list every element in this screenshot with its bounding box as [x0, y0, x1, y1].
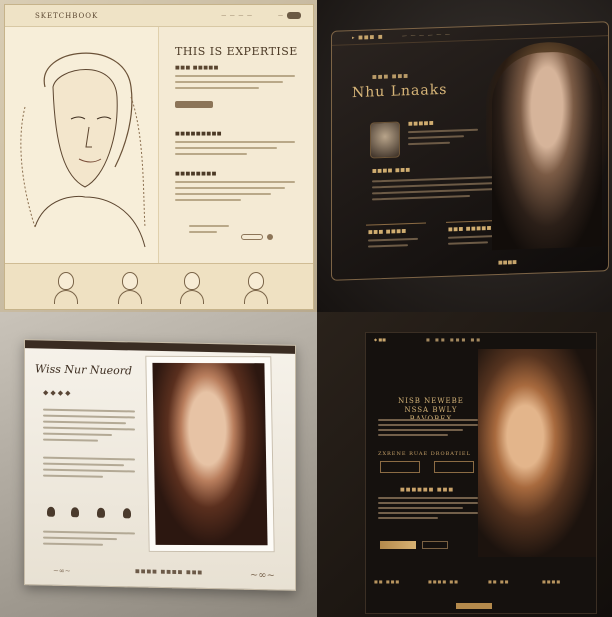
dark-footer-button[interactable]	[456, 603, 492, 609]
light-page: Wiss Nur Nueord ◆◆◆◆ ■■■■ ■■■■ ■■■ ~∞~ ~…	[24, 339, 296, 591]
portrait-photo	[145, 355, 275, 553]
dark-secondary-button[interactable]	[422, 541, 448, 549]
tablet-footer[interactable]: ■■■■	[498, 259, 517, 266]
tablet-header: ▸ ■■■ ■ — — — — — —	[332, 22, 608, 46]
dark-page: ◆ ■■ ■ ■■ ■■■ ■■ NISB NEWEBE NSSA BWLY B…	[365, 332, 597, 614]
dark-section-heading: ZXRENE RUAE DROBATIEL	[378, 451, 471, 457]
sketch-meta-text	[189, 225, 229, 237]
panel-title: ■■■ ■■■■■	[448, 225, 492, 233]
portrait-sketch-icon	[20, 52, 146, 248]
person-icon[interactable]	[97, 507, 105, 518]
dark-option-box[interactable]	[434, 461, 474, 473]
tablet-profile-text	[408, 128, 478, 149]
tablet-section-heading: ■■■■ ■■■	[372, 167, 411, 175]
tablet-profile-title: ■■■■■	[408, 120, 435, 128]
sketch-cta-button[interactable]	[175, 101, 213, 108]
sketch-brand[interactable]: SKETCHBOOK	[35, 12, 98, 20]
dark-nav[interactable]: ■ ■■ ■■■ ■■	[426, 337, 482, 342]
tablet-nav[interactable]: — — — — — —	[402, 32, 451, 40]
light-body-text-3	[43, 530, 135, 551]
sketch-subtitle: ■■■ ■■■■■	[175, 65, 219, 71]
sketch-thumbnail-strip	[5, 263, 313, 309]
tablet-screen: ▸ ■■■ ■ — — — — — — ■■■ ■■■ Nhu Lnaaks ■…	[331, 21, 609, 281]
mockup-dark-site: ◆ ■■ ■ ■■ ■■■ ■■ NISB NEWEBE NSSA BWLY B…	[317, 312, 612, 617]
diamond-rating-icon: ◆◆◆◆	[43, 388, 73, 398]
portrait-image	[152, 362, 268, 546]
hero-portrait	[478, 349, 596, 557]
dark-cta-button[interactable]	[380, 541, 416, 549]
person-icon[interactable]	[47, 506, 55, 517]
footer-col[interactable]: ■■■■	[542, 579, 561, 584]
sketch-title: THIS IS EXPERTISE	[175, 45, 298, 58]
sketch-body-a	[175, 141, 295, 159]
light-body-text-2	[43, 456, 135, 483]
ornament-icon: ~∞~	[53, 566, 71, 576]
dark-header: ◆ ■■ ■ ■■ ■■■ ■■	[366, 333, 596, 345]
dark-option-box[interactable]	[380, 461, 420, 473]
sketch-heading-b: ■■■■■■■■	[175, 171, 217, 177]
sketch-secondary-button[interactable]	[241, 234, 263, 240]
sketch-nav[interactable]: — — — —	[221, 13, 253, 19]
sketch-portrait	[5, 27, 159, 267]
thumbnail-portrait[interactable]	[243, 270, 269, 304]
person-icon[interactable]	[123, 508, 131, 519]
panel-title: ■■■ ■■■■	[368, 228, 407, 236]
light-footer[interactable]: ■■■■ ■■■■ ■■■	[135, 568, 203, 575]
sketch-nav-item[interactable]: —	[278, 13, 283, 19]
light-title: Wiss Nur Nueord	[35, 362, 133, 378]
sketch-intro-text	[175, 75, 295, 93]
footer-col[interactable]: ■■ ■■■	[374, 579, 400, 584]
light-top-bar	[25, 340, 295, 354]
tablet-panel: ■■■ ■■■■	[366, 222, 426, 273]
thumbnail-portrait[interactable]	[179, 270, 205, 304]
light-body-text	[43, 408, 135, 447]
mockup-dark-tablet: ▸ ■■■ ■ — — — — — — ■■■ ■■■ Nhu Lnaaks ■…	[317, 0, 612, 312]
sketch-arrow-icon[interactable]	[267, 234, 273, 240]
dark-body-text	[378, 497, 478, 522]
sketch-page: SKETCHBOOK — — — — — THIS IS EXPERTISE ■…	[4, 4, 314, 310]
tablet-title: Nhu Lnaaks	[352, 81, 448, 102]
menu-icon[interactable]	[287, 12, 301, 19]
panel-text	[448, 235, 498, 249]
avatar	[370, 121, 400, 159]
person-icon[interactable]	[71, 507, 79, 518]
sketch-heading-a: ■■■■■■■■■	[175, 131, 223, 137]
panel-text	[368, 237, 418, 252]
tablet-kicker: ■■■ ■■■	[372, 73, 409, 81]
mockup-light-page: Wiss Nur Nueord ◆◆◆◆ ■■■■ ■■■■ ■■■ ~∞~ ~…	[0, 312, 317, 617]
sketch-header: SKETCHBOOK — — — — —	[5, 5, 313, 27]
social-icons	[43, 506, 143, 523]
dark-footer-columns: ■■ ■■■ ■■■■ ■■ ■■ ■■ ■■■■	[366, 579, 596, 595]
ornament-icon: ~∞~	[249, 569, 275, 582]
dark-section-heading-2: ■■■■■■ ■■■	[400, 487, 455, 493]
dark-brand[interactable]: ◆ ■■	[374, 337, 386, 342]
mockup-sketch: SKETCHBOOK — — — — — THIS IS EXPERTISE ■…	[0, 0, 317, 312]
footer-col[interactable]: ■■■■ ■■	[428, 579, 459, 584]
dark-intro-text	[378, 419, 478, 439]
thumbnail-portrait[interactable]	[53, 270, 79, 304]
footer-col[interactable]: ■■ ■■	[488, 579, 509, 584]
sketch-body-b	[175, 181, 295, 205]
thumbnail-portrait[interactable]	[117, 270, 143, 304]
tablet-brand[interactable]: ▸ ■■■ ■	[352, 34, 384, 41]
hero-portrait	[492, 50, 602, 251]
